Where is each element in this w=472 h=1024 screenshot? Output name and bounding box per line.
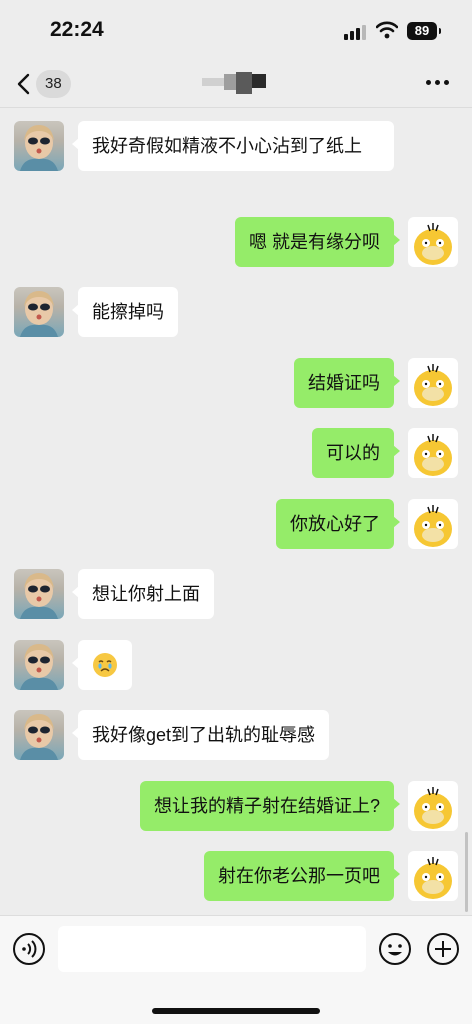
girl-avatar-icon [20,573,58,619]
message-bubble-incoming[interactable]: 想让你射上面 [72,569,214,619]
chevron-left-icon [17,73,30,95]
user-avatar[interactable] [408,499,458,549]
emoji-icon[interactable] [378,932,412,966]
message-input[interactable] [58,926,366,972]
contact-avatar[interactable] [14,569,64,619]
contact-avatar[interactable] [14,287,64,337]
duck-avatar-icon [414,857,452,899]
message-list[interactable]: 我好奇假如精液不小心沾到了纸上 嗯 就是有缘分呗 能擦掉吗 结婚证吗 可以的 你… [0,109,472,915]
plus-icon[interactable] [426,932,460,966]
message-bubble-incoming[interactable]: 我好像get到了出轨的耻辱感 [71,710,330,760]
chat-header: 38 [0,62,472,108]
message-row-outgoing: 结婚证吗 [0,358,472,408]
message-row-outgoing: 嗯 就是有缘分呗 [0,217,472,267]
message-row-outgoing: 想让我的精子射在结婚证上? [0,781,472,831]
contact-avatar[interactable] [14,121,64,171]
message-row-incoming [0,640,472,690]
girl-avatar-icon [20,125,58,171]
message-row-incoming: 想让你射上面 [0,569,472,619]
contact-avatar[interactable] [14,710,64,760]
contact-name-redacted [202,70,270,96]
message-bubble-outgoing[interactable]: 想让我的精子射在结婚证上? [139,781,401,831]
user-avatar[interactable] [408,358,458,408]
message-bubble-emoji[interactable] [72,640,132,690]
user-avatar[interactable] [408,781,458,831]
message-row-outgoing: 射在你老公那一页吧 [0,851,472,901]
scrollbar[interactable] [465,832,468,912]
message-bubble-outgoing[interactable]: 结婚证吗 [294,358,400,408]
unread-count-badge: 38 [36,70,71,98]
message-row-outgoing: 你放心好了 [0,499,472,549]
duck-avatar-icon [414,505,452,547]
duck-avatar-icon [414,364,452,406]
message-row-incoming: 能擦掉吗 [0,287,472,337]
girl-avatar-icon [20,291,58,337]
status-time: 22:24 [50,18,104,41]
message-bubble-outgoing[interactable]: 可以的 [312,428,400,478]
battery-icon: 89 [407,22,441,40]
crying-face-icon [93,653,117,677]
wifi-icon [376,21,398,39]
duck-avatar-icon [414,787,452,829]
message-row-outgoing: 可以的 [0,428,472,478]
status-bar: 22:24 89 [0,0,472,62]
contact-avatar[interactable] [14,640,64,690]
user-avatar[interactable] [408,851,458,901]
girl-avatar-icon [20,714,58,760]
home-indicator [152,1008,320,1014]
voice-icon[interactable] [12,932,46,966]
user-avatar[interactable] [408,428,458,478]
user-avatar[interactable] [408,217,458,267]
message-row-incoming: 我好奇假如精液不小心沾到了纸上 [0,121,472,197]
message-bubble-incoming[interactable]: 我好奇假如精液不小心沾到了纸上 [72,121,394,171]
cellular-signal-icon [344,24,368,40]
message-bubble-outgoing[interactable]: 射在你老公那一页吧 [204,851,400,901]
more-dots-icon[interactable] [424,78,452,88]
input-bar [0,915,472,1024]
girl-avatar-icon [20,644,58,690]
message-bubble-outgoing[interactable]: 你放心好了 [276,499,400,549]
message-row-incoming: 我好像get到了出轨的耻辱感 [0,710,472,760]
message-bubble-outgoing[interactable]: 嗯 就是有缘分呗 [234,217,401,267]
message-bubble-incoming[interactable]: 能擦掉吗 [72,287,178,337]
duck-avatar-icon [414,434,452,476]
duck-avatar-icon [414,223,452,265]
back-button[interactable]: 38 [16,68,71,100]
